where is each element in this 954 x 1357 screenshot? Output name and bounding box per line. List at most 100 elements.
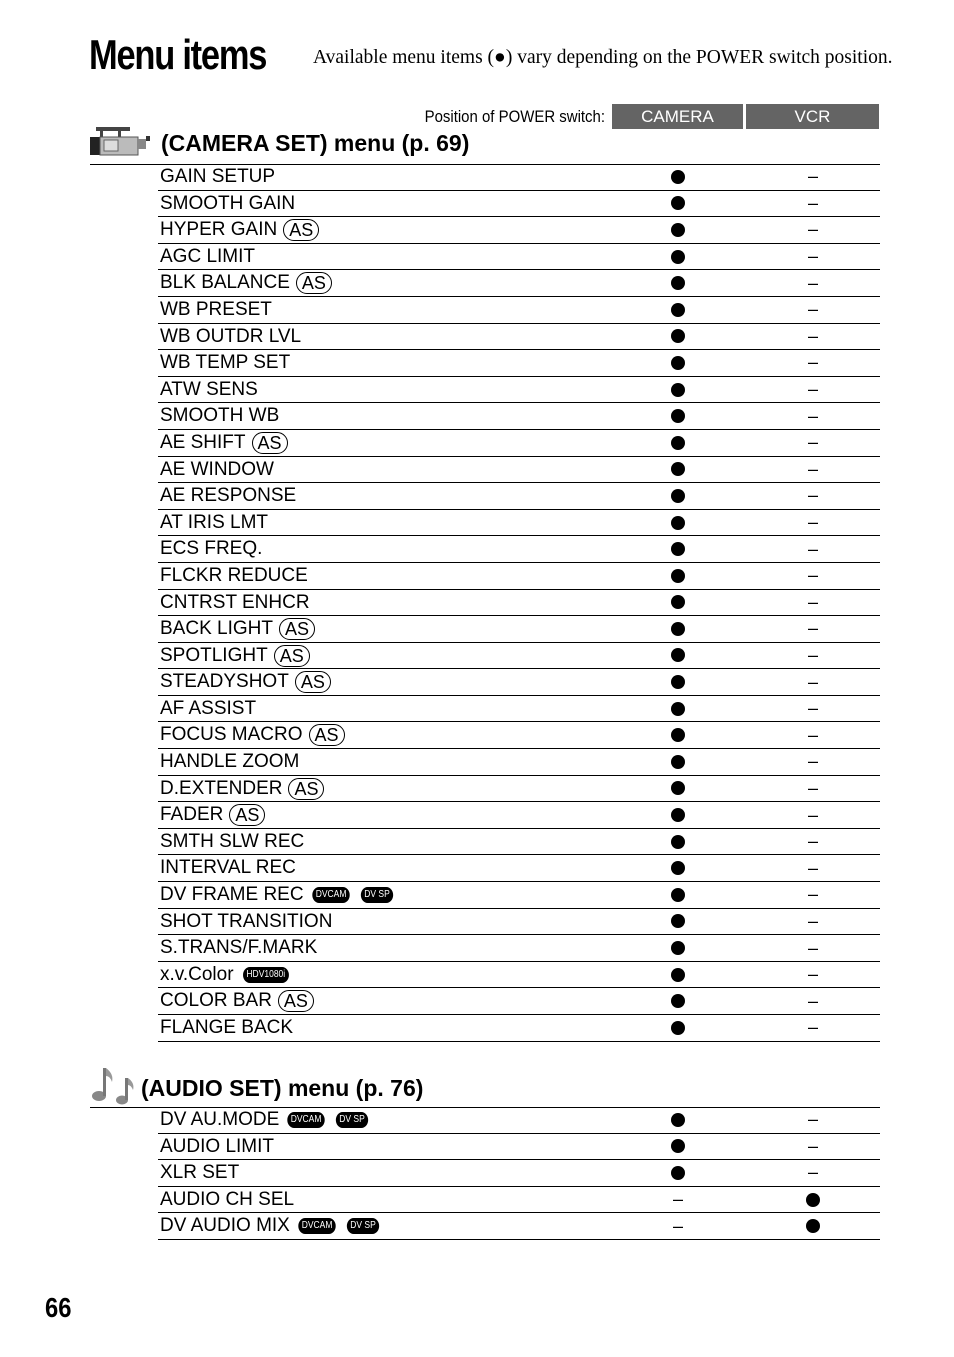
- unavailable-dash: –: [807, 565, 818, 586]
- menu-item-name: DV AU.MODE DVCAM DV SP: [160, 1109, 371, 1131]
- menu-item-label: FLCKR REDUCE: [160, 564, 308, 586]
- camera-availability: [638, 1160, 718, 1186]
- menu-item-label: WB OUTDR LVL: [160, 325, 302, 347]
- unavailable-dash: –: [807, 432, 818, 453]
- menu-item-name: FLCKR REDUCE: [160, 565, 308, 587]
- menu-item-row: HYPER GAIN AS –: [158, 217, 880, 244]
- menu-item-row: FADER AS –: [158, 802, 880, 829]
- menu-item-label: S.TRANS/F.MARK: [160, 937, 318, 959]
- unavailable-dash: –: [807, 512, 818, 533]
- camera-icon: [90, 126, 152, 163]
- available-dot-icon: [671, 1165, 685, 1180]
- menu-item-row: AUDIO LIMIT –: [158, 1134, 880, 1161]
- vcr-availability: –: [773, 164, 853, 190]
- menu-item-label: COLOR BAR: [160, 990, 272, 1012]
- menu-item-row: INTERVAL REC –: [158, 855, 880, 883]
- menu-item-label: AUDIO CH SEL: [160, 1188, 295, 1210]
- available-dot-icon: [806, 1219, 820, 1234]
- menu-item-row: CNTRST ENHCR –: [158, 590, 880, 617]
- menu-item-label: DV FRAME REC: [160, 884, 304, 906]
- vcr-availability: –: [773, 457, 853, 483]
- menu-item-label: SMOOTH WB: [160, 405, 280, 427]
- vcr-availability: –: [773, 590, 853, 616]
- menu-item-row: SMOOTH GAIN –: [158, 191, 880, 218]
- vcr-availability: –: [773, 802, 853, 828]
- available-dot-icon: [671, 941, 685, 956]
- vcr-availability: –: [773, 696, 853, 722]
- vcr-availability: –: [773, 297, 853, 323]
- menu-item-row: ATW SENS –: [158, 377, 880, 404]
- menu-item-label: AGC LIMIT: [160, 245, 256, 267]
- menu-item-name: STEADYSHOT AS: [160, 671, 331, 694]
- unavailable-dash: –: [807, 777, 818, 798]
- available-dot-icon: [671, 861, 685, 876]
- menu-item-name: WB OUTDR LVL: [160, 326, 301, 348]
- menu-item-label: BACK LIGHT: [160, 618, 273, 640]
- unavailable-dash: –: [807, 831, 818, 852]
- format-badge-icon: HDV1080i: [242, 966, 289, 983]
- camera-availability: [638, 829, 718, 855]
- camera-availability: [638, 483, 718, 509]
- menu-item-name: AE RESPONSE: [160, 485, 296, 507]
- vcr-availability: –: [773, 1015, 853, 1041]
- menu-item-name: DV FRAME REC DVCAM DV SP: [160, 884, 396, 906]
- format-badge-icon: DVCAM: [311, 887, 350, 904]
- camera-availability: [638, 696, 718, 722]
- camera-availability: [638, 536, 718, 562]
- menu-item-row: AGC LIMIT –: [158, 244, 880, 271]
- menu-item-row: WB OUTDR LVL –: [158, 324, 880, 351]
- available-dot-icon: [671, 1020, 685, 1035]
- menu-item-name: GAIN SETUP: [160, 166, 275, 188]
- unavailable-dash: –: [807, 751, 818, 772]
- camera-availability: [638, 935, 718, 961]
- vcr-availability: –: [773, 350, 853, 376]
- vcr-availability: –: [773, 377, 853, 403]
- camera-availability: [638, 590, 718, 616]
- menu-item-name: AUDIO LIMIT: [160, 1136, 274, 1158]
- available-dot-icon: [671, 701, 685, 716]
- available-dot-icon: [671, 808, 685, 823]
- vcr-availability: –: [773, 643, 853, 669]
- available-dot-icon: [671, 302, 685, 317]
- unavailable-dash: –: [807, 884, 818, 905]
- menu-item-row: AF ASSIST –: [158, 696, 880, 723]
- menu-item-label: DV AUDIO MIX: [160, 1215, 290, 1237]
- menu-item-label: FADER: [160, 804, 224, 826]
- available-dot-icon: [671, 222, 685, 237]
- unavailable-dash: –: [807, 166, 818, 187]
- camera-availability: [638, 270, 718, 296]
- menu-item-label: CNTRST ENHCR: [160, 591, 310, 613]
- vcr-availability: –: [773, 270, 853, 296]
- unavailable-dash: –: [807, 1135, 818, 1156]
- menu-item-label: x.v.Color: [160, 963, 234, 985]
- section-heading-camera-set: (CAMERA SET) menu (p. 69): [90, 124, 880, 165]
- unavailable-dash: –: [807, 192, 818, 213]
- menu-item-row: AUDIO CH SEL –: [158, 1187, 880, 1214]
- camera-availability: [638, 297, 718, 323]
- menu-item-label: AE WINDOW: [160, 458, 274, 480]
- menu-item-name: DV AUDIO MIX DVCAM DV SP: [160, 1215, 382, 1237]
- menu-item-row: STEADYSHOT AS –: [158, 669, 880, 696]
- menu-item-label: FLANGE BACK: [160, 1017, 294, 1038]
- vcr-availability: –: [773, 217, 853, 243]
- available-dot-icon: [671, 169, 685, 184]
- menu-item-name: ATW SENS: [160, 379, 258, 401]
- menu-item-name: SPOTLIGHT AS: [160, 644, 310, 667]
- unavailable-dash: –: [807, 644, 818, 665]
- vcr-availability: –: [773, 776, 853, 802]
- unavailable-dash: –: [807, 458, 818, 479]
- menu-item-row: GAIN SETUP –: [158, 164, 880, 191]
- available-dot-icon: [671, 754, 685, 769]
- available-dot-icon: [671, 648, 685, 663]
- camera-availability: [638, 563, 718, 589]
- menu-item-row: FOCUS MACRO AS –: [158, 722, 880, 750]
- menu-item-name: XLR SET: [160, 1162, 239, 1184]
- menu-item-label: XLR SET: [160, 1162, 240, 1184]
- menu-item-name: CNTRST ENHCR: [160, 592, 310, 614]
- menu-item-name: AE WINDOW: [160, 459, 274, 481]
- available-dot-icon: [671, 409, 685, 424]
- available-dot-icon: [671, 542, 685, 557]
- page-title: Menu items: [89, 31, 267, 78]
- camera-availability: [638, 164, 718, 190]
- menu-item-name: WB PRESET: [160, 299, 272, 321]
